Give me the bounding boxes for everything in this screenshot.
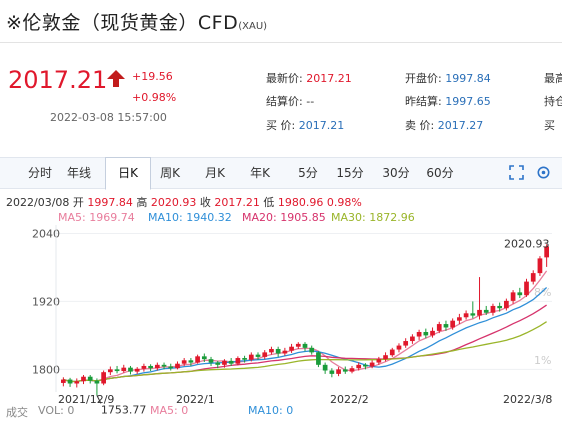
candle-body [504,300,509,309]
candle-body [336,369,341,374]
volume-value: VOL: 0 [38,404,75,417]
candle-body [255,354,261,357]
candle-body [81,376,86,382]
candle-body [107,369,113,373]
candle-body [443,324,449,328]
candle-body [101,372,106,384]
x-tick-label: 2022/2 [330,393,369,406]
volume-ma10: MA10: 0 [248,404,294,417]
candle-body [530,273,536,282]
candle-body [208,359,214,363]
candle-body [396,345,402,350]
candle-body [524,281,529,296]
candle-body [430,330,435,336]
candle-body [497,305,503,309]
candle-body [181,360,187,364]
candle-body [322,364,328,371]
candle-body [517,292,523,296]
ma-line [63,270,548,383]
candle-body [510,292,516,301]
candle-body [302,343,308,348]
volume-ma5: MA5: 0 [150,404,189,417]
x-tick-label: 2022/3/8 [503,393,552,406]
candle-body [195,356,200,363]
candle-body [463,313,469,318]
candle-body [275,348,281,354]
candle-body [383,355,388,360]
candle-body [235,358,241,364]
candle-body [94,380,100,384]
candle-body [168,366,174,369]
candle-body [376,359,382,363]
candle-body [262,352,268,357]
candle-body [490,305,496,313]
candle-body [134,368,140,372]
candle-body [188,360,194,363]
candle-body [457,317,462,321]
candle-body [537,258,543,274]
candle-body [342,369,348,372]
candle-body [450,320,456,328]
candle-body [349,368,355,372]
candle-body [477,309,482,316]
candle-body [470,313,476,316]
candle-body [114,369,120,372]
candle-body [436,324,442,331]
candle-body [389,349,395,356]
candle-body [222,360,227,365]
candle-body [154,364,160,369]
candle-body [121,367,127,372]
candle-body [423,331,429,336]
candle-body [369,362,375,367]
candle-body [61,379,66,383]
candle-body [282,350,288,354]
candle-body [74,381,80,384]
candle-body [215,362,221,365]
candle-body [363,364,368,367]
candle-body [67,379,73,384]
candle-body [316,352,321,365]
candle-body [201,356,207,360]
candle-body [248,354,254,360]
candle-body [128,367,133,372]
candle-body [141,365,147,369]
candle-body [269,348,274,353]
candle-body [87,376,93,381]
candle-body [148,365,153,369]
candle-body [228,360,234,364]
candle-body [309,347,315,353]
candle-body [289,346,294,351]
candle-body [483,309,489,313]
candle-body [410,336,415,342]
candle-body [329,370,335,374]
right-tick-label: 1% [534,354,551,367]
high-annotation: 2020.93 [504,237,550,250]
candle-body [416,331,422,337]
candle-body [242,358,247,360]
candle-body [403,341,409,346]
candle-body [295,343,301,347]
candle-body [175,363,180,369]
kline-chart[interactable]: 2040192018008%1%2020.931753.772021/12/9 2… [0,0,562,422]
candle-body [356,364,362,369]
volume-label: 成交 [6,406,28,419]
candle-body [161,364,167,367]
